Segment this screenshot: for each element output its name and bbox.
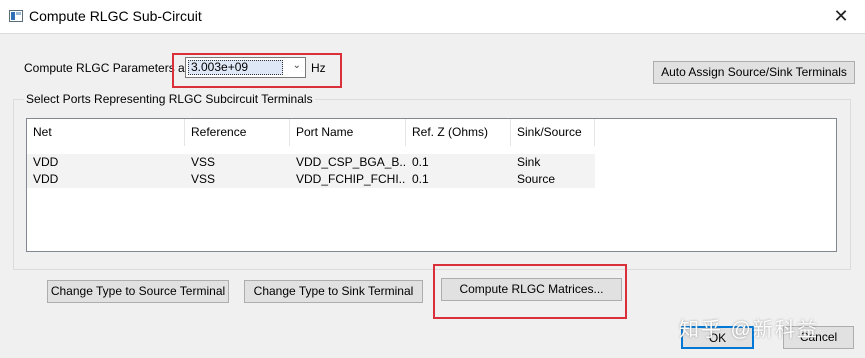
ports-table[interactable]: Net Reference Port Name Ref. Z (Ohms) Si… <box>26 118 837 252</box>
column-header-reference[interactable]: Reference <box>185 119 290 146</box>
frequency-highlight-box <box>172 53 342 88</box>
column-header-sink-source[interactable]: Sink/Source <box>511 119 595 146</box>
compute-highlight-box <box>433 264 627 319</box>
cell-reference: VSS <box>185 154 290 171</box>
close-icon[interactable]: ✕ <box>826 3 856 29</box>
window-title: Compute RLGC Sub-Circuit <box>29 8 202 24</box>
cell-sink-source: Sink <box>511 154 595 171</box>
column-header-net[interactable]: Net <box>27 119 185 146</box>
cell-port-name: VDD_FCHIP_FCHI... <box>290 171 406 188</box>
ports-group-label: Select Ports Representing RLGC Subcircui… <box>24 92 315 106</box>
frequency-label: Compute RLGC Parameters at <box>24 61 189 75</box>
cell-net: VDD <box>27 154 185 171</box>
cell-ref-z: 0.1 <box>406 171 511 188</box>
table-header: Net Reference Port Name Ref. Z (Ohms) Si… <box>27 119 595 146</box>
auto-assign-button[interactable]: Auto Assign Source/Sink Terminals <box>653 61 855 84</box>
cell-ref-z: 0.1 <box>406 154 511 171</box>
watermark-text: 知乎 @新科益 <box>679 319 819 341</box>
cell-net: VDD <box>27 171 185 188</box>
cell-port-name: VDD_CSP_BGA_B... <box>290 154 406 171</box>
title-bar: Compute RLGC Sub-Circuit ✕ <box>0 0 865 33</box>
table-row[interactable]: VDD VSS VDD_FCHIP_FCHI... 0.1 Source <box>27 171 595 188</box>
dialog-body: Compute RLGC Parameters at 3.003e+09 ⌄ H… <box>0 33 865 358</box>
change-to-source-button[interactable]: Change Type to Source Terminal <box>47 280 229 303</box>
app-icon <box>9 10 23 22</box>
cell-reference: VSS <box>185 171 290 188</box>
change-to-sink-button[interactable]: Change Type to Sink Terminal <box>244 280 423 303</box>
column-header-ref-z[interactable]: Ref. Z (Ohms) <box>406 119 511 146</box>
cell-sink-source: Source <box>511 171 595 188</box>
column-header-port-name[interactable]: Port Name <box>290 119 406 146</box>
table-row[interactable]: VDD VSS VDD_CSP_BGA_B... 0.1 Sink <box>27 154 595 171</box>
